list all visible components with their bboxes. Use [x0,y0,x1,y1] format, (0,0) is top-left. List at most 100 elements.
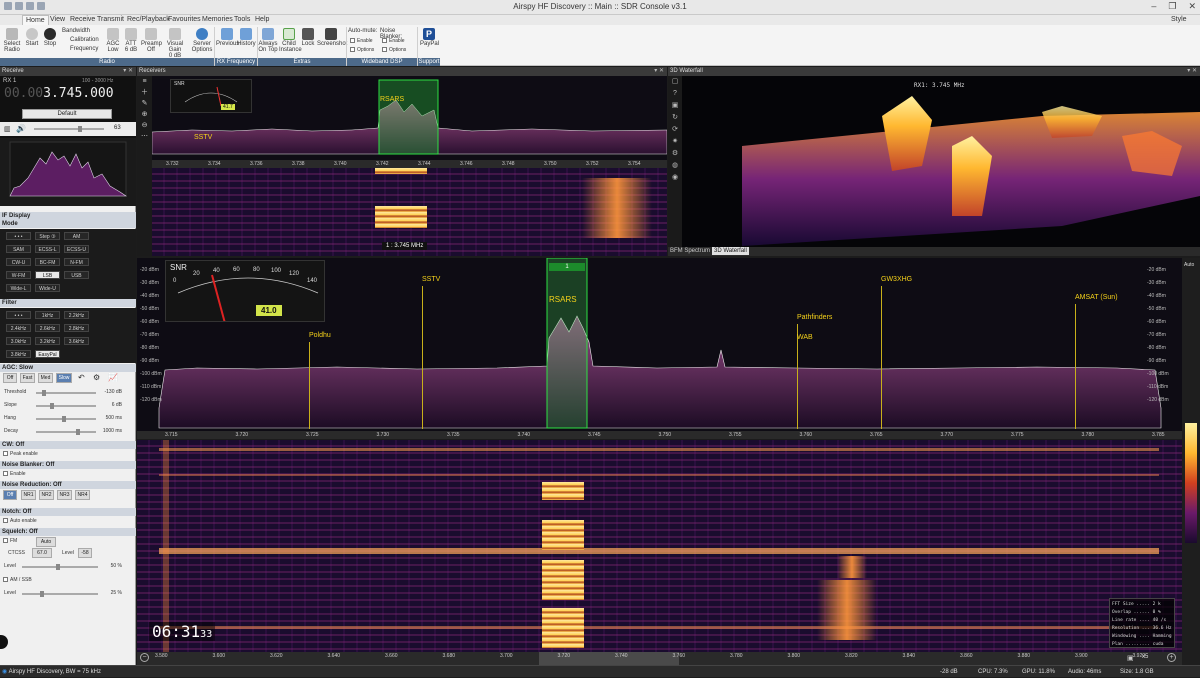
hang-slider[interactable] [36,416,96,422]
zoom-plus-icon[interactable]: + [1167,653,1176,662]
nr3-button[interactable]: NR3 [57,490,72,500]
refresh-icon[interactable]: ⟳ [668,124,682,136]
agc-header[interactable]: AGC: Slow [0,364,136,372]
notch-header[interactable]: Notch: Off [0,508,136,516]
zoom-out-icon[interactable]: ⊖ [137,120,152,131]
agc-dropdown[interactable]: AGC Low [104,28,122,53]
station-label[interactable]: AMSAT (Sun) [1075,294,1118,301]
mode-am-button[interactable]: AM [64,232,89,240]
plus-icon[interactable]: ＋ [137,87,152,98]
filter-2-4khz-button[interactable]: 2.4kHz [6,324,31,332]
station-label[interactable]: Poldhu [309,332,331,339]
rotate-icon[interactable]: ↻ [668,112,682,124]
receivers-waterfall[interactable]: 1 : 3.745 MHz [152,168,667,256]
filter-3-2khz-button[interactable]: 3.2kHz [35,337,60,345]
filter-easypal-button[interactable]: EasyPal [35,350,60,358]
mode-n-fm-button[interactable]: N-FM [64,258,89,266]
ctcss-dropdown[interactable]: 67.0 [32,548,52,558]
speaker-icon[interactable]: 🔊 [16,124,26,133]
volume-slider[interactable] [34,126,104,132]
tab-3d-waterfall[interactable]: 3D Waterfall [712,247,749,255]
tab-bfm-spectrum[interactable]: BFM Spectrum [670,248,710,254]
tab-help[interactable]: Help [252,15,272,25]
rx-frequency[interactable]: 00.003.745.000 [4,86,114,101]
square-icon[interactable]: ▢ [668,76,682,88]
filter-header[interactable]: Filter [0,299,136,307]
close-icon[interactable]: ▾ ✕ [1187,67,1197,76]
am-ssb-squelch-checkbox[interactable]: AM / SSB [3,577,32,583]
eraser-icon[interactable]: ✎ [137,98,152,109]
filter-3-6khz-button[interactable]: 3.6kHz [64,337,89,345]
mode-w-fm-button[interactable]: W-FM [6,271,31,279]
station-label[interactable]: GW3XHG [881,276,912,283]
station-label[interactable]: SSTV [422,276,440,283]
filter-3-8khz-button[interactable]: 3.8kHz [6,350,31,358]
nr2-button[interactable]: NR2 [39,490,54,500]
tab-view[interactable]: View [47,15,68,25]
mode-lsb-button[interactable]: LSB [35,271,60,279]
tab-home[interactable]: Home [22,15,49,25]
signal-label[interactable]: RSARS [380,96,404,103]
calibration-button[interactable]: Calibration [70,37,100,43]
decay-slider[interactable] [36,429,96,435]
child-instance-button[interactable]: Child Instance [279,28,302,53]
brightness-icon[interactable]: ✷ [668,136,682,148]
tab-favourites[interactable]: Favourites [165,15,204,25]
paypal-button[interactable]: P PayPal [420,28,439,47]
mode-step-button[interactable]: Step ③ [35,232,60,240]
color-scale[interactable] [1185,423,1197,543]
list-icon[interactable]: ≡ [137,76,152,87]
nr-off-button[interactable]: Off [3,490,17,500]
mode-more-button[interactable]: • • • [6,232,31,240]
gear-icon[interactable]: ⚙ [668,148,682,160]
settings-icon[interactable]: ⚙ [93,373,100,382]
filter-2-6khz-button[interactable]: 2.6kHz [35,324,60,332]
globe-icon[interactable]: ◍ [668,160,682,172]
style-menu[interactable]: Style [1168,15,1190,25]
peak-enable-checkbox[interactable]: Peak enable [3,451,38,457]
auto-button[interactable]: Auto [1184,262,1194,268]
att-dropdown[interactable]: ATT 6 dB [123,28,139,53]
agc-med-button[interactable]: Med [38,373,53,383]
noise-blanker-header[interactable]: Noise Blanker: Off [0,461,136,469]
noise-blanker-enable-checkbox[interactable]: Enable [382,38,405,44]
panel-collapse-handle[interactable] [0,635,8,649]
more-icon[interactable]: ⋯ [137,131,152,142]
agc-slow-button[interactable]: Slow [56,373,72,383]
station-label[interactable]: WAB [797,334,813,341]
main-spectrum[interactable]: 1 RSARS SNR 41.0 0 20 40 60 80 100 120 1… [137,257,1182,431]
station-label[interactable]: SSTV [194,134,212,141]
mode-usb-button[interactable]: USB [64,271,89,279]
server-options-button[interactable]: Server Options [191,28,213,53]
mode-sam-button[interactable]: SAM [6,245,31,253]
squelch-auto-button[interactable]: Auto [36,537,56,547]
nr1-button[interactable]: NR1 [21,490,36,500]
waterfall3d-view[interactable]: ▢? ▣ ↻ ⟳ ✷ ⚙ ◍ ◉ RX1: 3.745 MHz [668,76,1200,247]
close-icon[interactable]: ▾ ✕ [123,67,133,76]
mode-wide-u-button[interactable]: Wide-U [35,284,60,292]
nb-enable-checkbox[interactable]: Enable [3,471,26,477]
station-label[interactable]: Pathfinders [797,314,832,321]
fm-level-slider[interactable] [22,564,98,570]
filter-1khz-button[interactable]: 1kHz [35,311,60,319]
mode-ecss-l-button[interactable]: ECSS-L [35,245,60,253]
bandwidth-button[interactable]: Bandwidth [62,28,100,34]
help-icon[interactable]: ? [668,88,682,100]
settings-icon[interactable]: ◉ [668,172,682,184]
level-input[interactable]: -58 [78,548,92,558]
filter-3-0khz-button[interactable]: 3.0kHz [6,337,31,345]
close-icon[interactable]: ✕ [1188,1,1196,12]
tab-tools[interactable]: Tools [231,15,253,25]
screenshot-button[interactable]: Screenshot [317,28,347,47]
noise-reduction-header[interactable]: Noise Reduction: Off [0,481,136,489]
auto-enable-checkbox[interactable]: Auto enable [3,518,37,524]
fm-squelch-checkbox[interactable]: FM [3,538,17,544]
tab-transmit[interactable]: Transmit [94,15,127,25]
receivers-spectrum[interactable]: SNR 41.7 RSARS SSTV [151,76,668,160]
if-display-header[interactable]: IF Display [0,212,136,220]
threshold-slider[interactable] [36,390,96,396]
visual-gain-dropdown[interactable]: Visual Gain 0 dB [161,28,189,59]
frequency-button[interactable]: Frequency [70,46,100,52]
auto-mute-enable-checkbox[interactable]: Enable [350,38,373,44]
minimize-icon[interactable]: – [1151,1,1156,12]
